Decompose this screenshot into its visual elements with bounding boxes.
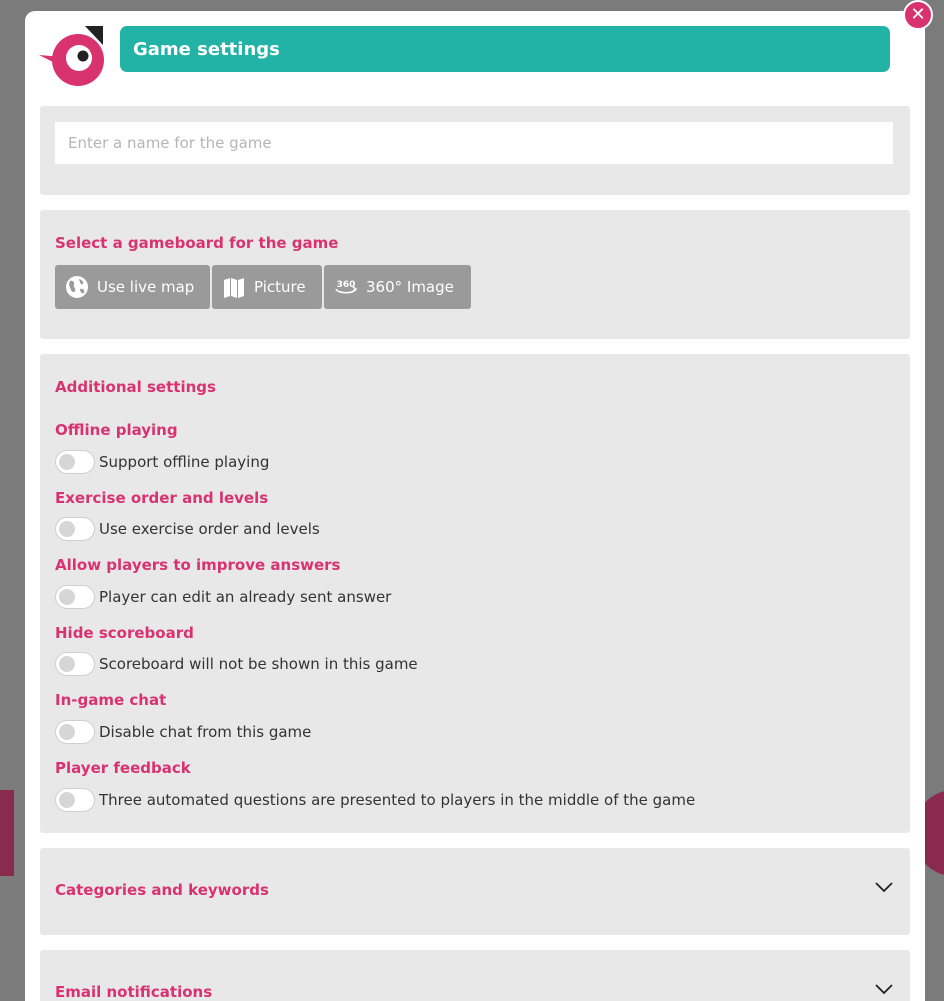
additional-settings-panel: Additional settings Offline playing Supp… bbox=[40, 354, 910, 833]
toggle-knob bbox=[59, 454, 75, 470]
gameboard-panel: Select a gameboard for the game Use live… bbox=[40, 210, 910, 339]
in-game-chat-title: In-game chat bbox=[55, 691, 167, 709]
exercise-order-row: Use exercise order and levels bbox=[55, 516, 320, 542]
hide-scoreboard-label: Scoreboard will not be shown in this gam… bbox=[99, 655, 418, 673]
background-letter-left bbox=[0, 790, 14, 876]
categories-title: Categories and keywords bbox=[55, 881, 269, 899]
email-notifications-title: Email notifications bbox=[55, 983, 213, 1001]
chevron-down-icon[interactable] bbox=[874, 880, 894, 894]
player-feedback-title: Player feedback bbox=[55, 759, 191, 777]
exercise-order-title: Exercise order and levels bbox=[55, 489, 269, 507]
picture-label: Picture bbox=[254, 278, 306, 296]
gameboard-title: Select a gameboard for the game bbox=[55, 234, 339, 252]
360-image-label: 360° Image bbox=[366, 278, 454, 296]
bird-logo-icon bbox=[39, 26, 104, 86]
offline-playing-row: Support offline playing bbox=[55, 449, 269, 475]
improve-answers-label: Player can edit an already sent answer bbox=[99, 588, 392, 606]
toggle-knob bbox=[59, 724, 75, 740]
game-name-input[interactable] bbox=[55, 122, 893, 164]
map-icon bbox=[224, 278, 244, 298]
offline-playing-title: Offline playing bbox=[55, 421, 178, 439]
additional-settings-title: Additional settings bbox=[55, 378, 216, 396]
game-settings-modal: Game settings Select a gameboard for the… bbox=[25, 11, 925, 1001]
in-game-chat-label: Disable chat from this game bbox=[99, 723, 312, 741]
offline-playing-toggle[interactable] bbox=[55, 450, 95, 474]
in-game-chat-row: Disable chat from this game bbox=[55, 719, 311, 745]
360-icon: 360 bbox=[335, 280, 358, 294]
use-live-map-label: Use live map bbox=[97, 278, 195, 296]
categories-panel[interactable]: Categories and keywords bbox=[40, 848, 910, 935]
close-icon: ✕ bbox=[910, 4, 926, 25]
hide-scoreboard-row: Scoreboard will not be shown in this gam… bbox=[55, 651, 418, 677]
toggle-knob bbox=[59, 656, 75, 672]
email-notifications-panel[interactable]: Email notifications bbox=[40, 950, 910, 1001]
hide-scoreboard-toggle[interactable] bbox=[55, 652, 95, 676]
picture-button[interactable]: Picture bbox=[212, 265, 322, 309]
in-game-chat-toggle[interactable] bbox=[55, 720, 95, 744]
toggle-knob bbox=[59, 521, 75, 537]
toggle-knob bbox=[59, 792, 75, 808]
chevron-down-icon[interactable] bbox=[874, 982, 894, 996]
svg-text:360: 360 bbox=[337, 280, 356, 290]
player-feedback-row: Three automated questions are presented … bbox=[55, 787, 695, 813]
improve-answers-title: Allow players to improve answers bbox=[55, 556, 341, 574]
name-panel bbox=[40, 106, 910, 195]
hide-scoreboard-title: Hide scoreboard bbox=[55, 624, 194, 642]
globe-icon bbox=[66, 276, 88, 298]
player-feedback-toggle[interactable] bbox=[55, 788, 95, 812]
360-image-button[interactable]: 360 360° Image bbox=[324, 265, 471, 309]
player-feedback-label: Three automated questions are presented … bbox=[99, 791, 696, 809]
exercise-order-toggle[interactable] bbox=[55, 517, 95, 541]
offline-playing-label: Support offline playing bbox=[99, 453, 270, 471]
page-title: Game settings bbox=[120, 26, 890, 72]
improve-answers-toggle[interactable] bbox=[55, 585, 95, 609]
use-live-map-button[interactable]: Use live map bbox=[55, 265, 210, 309]
improve-answers-row: Player can edit an already sent answer bbox=[55, 584, 391, 610]
exercise-order-label: Use exercise order and levels bbox=[99, 520, 320, 538]
toggle-knob bbox=[59, 589, 75, 605]
close-button[interactable]: ✕ bbox=[903, 0, 933, 30]
